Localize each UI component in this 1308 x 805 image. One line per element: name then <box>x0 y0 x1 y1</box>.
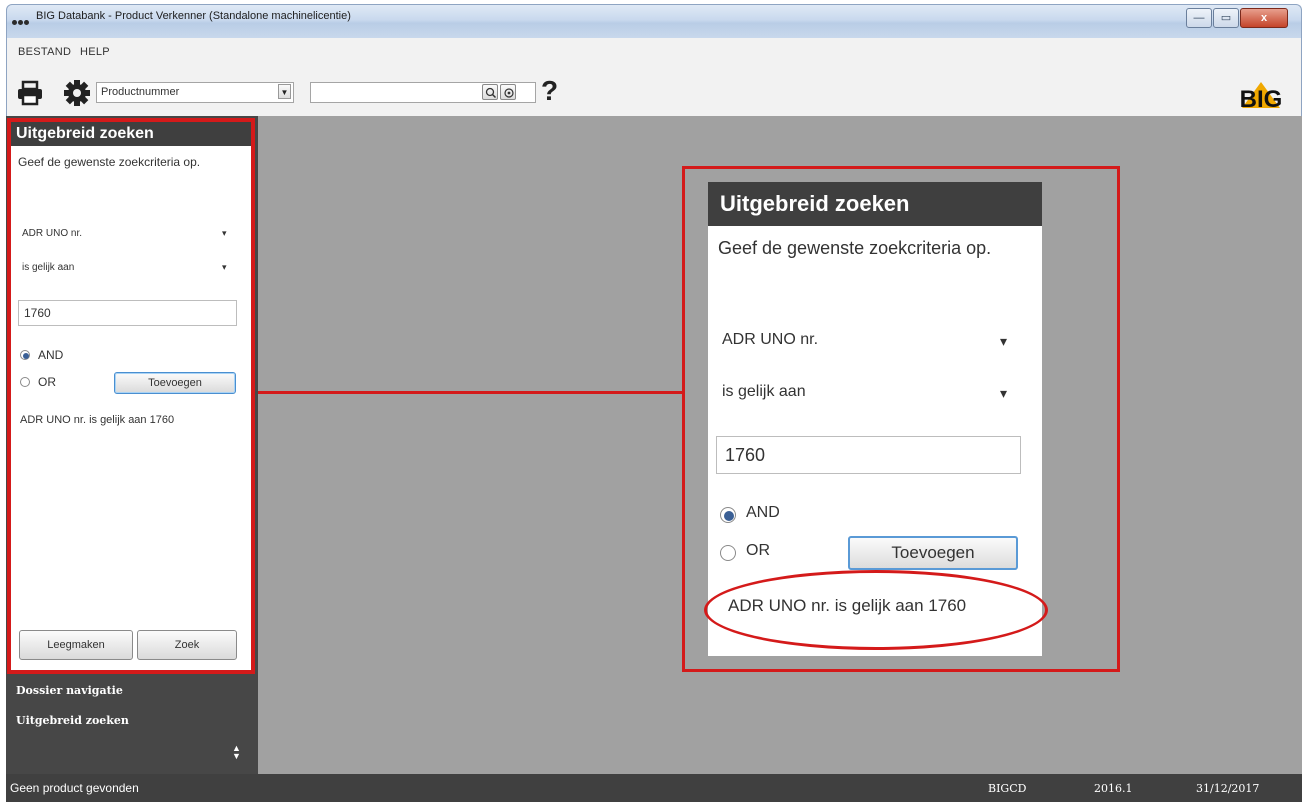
status-message: Geen product gevonden <box>10 781 139 795</box>
status-db: BIGCD <box>988 782 1027 795</box>
clear-button[interactable]: Leegmaken <box>19 630 133 660</box>
zoomed-field-arrow-icon: ▾ <box>1000 333 1008 349</box>
status-date: 31/12/2017 <box>1196 782 1260 795</box>
search-icon[interactable] <box>482 84 498 100</box>
chevron-down-icon[interactable]: ▼ <box>278 84 291 99</box>
print-icon[interactable] <box>16 80 44 106</box>
search-button[interactable]: Zoek <box>137 630 237 660</box>
radio-or-label: OR <box>38 375 56 389</box>
zoomed-title: Uitgebreid zoeken <box>708 182 1042 226</box>
search-field-select[interactable]: Productnummer <box>96 82 294 103</box>
field-select-arrow-icon[interactable]: ▾ <box>222 228 227 239</box>
zoomed-radio-and <box>720 507 736 523</box>
menu-help[interactable]: HELP <box>80 46 110 58</box>
status-version: 2016.1 <box>1094 782 1133 795</box>
clear-search-icon[interactable] <box>500 84 516 100</box>
advanced-search-panel <box>7 118 255 674</box>
menu-bestand[interactable]: BESTAND <box>18 46 71 58</box>
zoomed-radio-or-label: OR <box>746 542 770 559</box>
operator-select[interactable]: is gelijk aan <box>22 262 74 273</box>
minimize-button[interactable]: — <box>1186 8 1212 28</box>
maximize-button[interactable]: ▭ <box>1213 8 1239 28</box>
callout-connector <box>258 391 684 394</box>
window-title: BIG Databank - Product Verkenner (Standa… <box>36 10 351 22</box>
radio-or[interactable] <box>20 377 30 387</box>
operator-select-arrow-icon[interactable]: ▾ <box>222 262 227 273</box>
zoomed-add-button: Toevoegen <box>848 536 1018 570</box>
highlight-ellipse <box>704 570 1048 650</box>
scroll-arrows-icon[interactable]: ▲ ▼ <box>232 744 241 761</box>
zoomed-operator-arrow-icon: ▾ <box>1000 385 1008 401</box>
settings-gear-icon[interactable] <box>63 79 91 107</box>
logo-text: BIG <box>1240 86 1283 112</box>
radio-and[interactable] <box>20 350 30 360</box>
big-logo: BIG <box>1236 78 1286 113</box>
radio-and-label: AND <box>38 348 64 362</box>
zoomed-value-input: 1760 <box>716 436 1021 474</box>
zoomed-operator-select: is gelijk aan <box>722 383 806 400</box>
close-button[interactable]: x <box>1240 8 1288 28</box>
zoomed-radio-or <box>720 545 736 561</box>
add-criteria-button[interactable]: Toevoegen <box>114 372 236 394</box>
criteria-item: ADR UNO nr. is gelijk aan 1760 <box>20 414 175 426</box>
nav-dossier-navigatie[interactable]: Dossier navigatie <box>16 684 123 697</box>
advanced-search-title: Uitgebreid zoeken <box>11 122 251 146</box>
zoomed-field-select: ADR UNO nr. <box>722 331 819 348</box>
value-input[interactable]: 1760 <box>18 300 237 326</box>
field-select[interactable]: ADR UNO nr. <box>22 228 82 239</box>
nav-uitgebreid-zoeken[interactable]: Uitgebreid zoeken <box>16 714 129 727</box>
search-instruction: Geef de gewenste zoekcriteria op. <box>18 155 201 169</box>
zoomed-radio-and-label: AND <box>746 504 780 521</box>
help-icon[interactable]: ? <box>541 76 558 106</box>
app-icon <box>12 12 32 25</box>
zoomed-instruction: Geef de gewenste zoekcriteria op. <box>718 238 992 258</box>
